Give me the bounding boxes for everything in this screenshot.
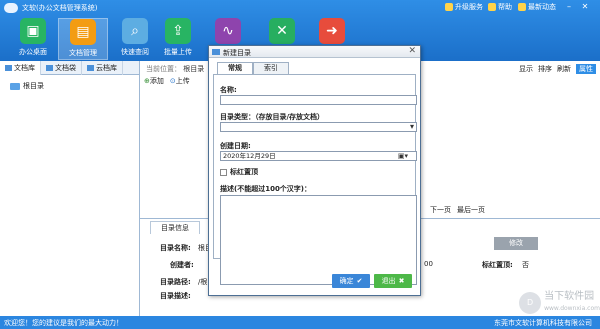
dialog-title-icon	[212, 49, 220, 55]
tab-general[interactable]: 常规	[217, 62, 253, 74]
tools-icon: ✕	[269, 18, 295, 44]
date-picker[interactable]: 2020年12月29日 ▣▾	[220, 151, 417, 161]
date-value: 2020年12月29日	[223, 152, 276, 160]
status-company: 东莞市文软计算机科技有限公司	[494, 319, 592, 327]
tree-item-root[interactable]: 根目录	[10, 81, 44, 91]
status-bar: 欢迎您！您的建议是我们的最大动力！ 东莞市文软计算机科技有限公司	[0, 316, 600, 329]
left-panel: 文档库 文档袋 云档库 根目录	[0, 61, 140, 316]
library-icon	[5, 65, 12, 71]
partial-value: 00	[424, 260, 433, 268]
edit-button[interactable]: 修改	[494, 237, 538, 250]
new-directory-dialog: 新建目录 ✕ 常规 索引 名称: 目录类型：（存放目录/存放文档） 创建日期: …	[208, 45, 421, 296]
refresh-button[interactable]: 刷新	[557, 64, 571, 74]
chart-icon: ∿	[215, 18, 241, 44]
info-label-description: 目录描述:	[160, 292, 191, 300]
tab-index[interactable]: 索引	[253, 62, 289, 74]
upload-button[interactable]: ⊙上传	[170, 76, 190, 86]
flag-label: 标红置顶:	[482, 261, 513, 269]
name-input[interactable]	[220, 95, 417, 105]
upgrade-service-link[interactable]: 升级服务	[445, 2, 483, 12]
bag-icon	[46, 65, 53, 71]
type-label: 目录类型：（存放目录/存放文档）	[220, 113, 325, 121]
dialog-title: 新建目录	[223, 49, 251, 57]
flag-checkbox[interactable]	[220, 168, 227, 176]
date-label: 创建日期:	[220, 142, 251, 150]
check-icon: ✔	[356, 277, 363, 285]
type-select[interactable]	[220, 122, 417, 132]
upgrade-icon	[445, 3, 453, 11]
breadcrumb: 当前位置： 根目录	[146, 65, 205, 73]
upload-icon: ⇪	[165, 18, 191, 44]
dialog-tabs: 常规 索引	[217, 62, 289, 74]
add-button[interactable]: ⊕添加	[144, 76, 164, 86]
tab-document-library[interactable]: 文档库	[0, 61, 41, 75]
ok-button[interactable]: 确定 ✔	[332, 274, 370, 288]
close-window-button[interactable]: ✕	[580, 2, 590, 12]
toolbar-batch-upload[interactable]: ⇪ 批量上传	[153, 18, 203, 60]
dialog-titlebar: 新建目录 ✕	[209, 46, 420, 58]
sort-menu[interactable]: 排序	[538, 64, 552, 74]
help-link[interactable]: 帮助	[488, 2, 512, 12]
properties-button[interactable]: 属性	[576, 64, 596, 74]
name-label: 名称:	[220, 86, 237, 94]
news-icon	[518, 3, 526, 11]
desk-icon: ▣	[20, 18, 46, 44]
cloud-icon	[87, 65, 94, 71]
status-welcome: 欢迎您！您的建议是我们的最大动力！	[4, 319, 123, 327]
action-bar: ⊕添加 ⊙上传	[144, 76, 190, 86]
app-title: 文软(办公文档管理系统)	[22, 4, 98, 12]
pager: 下一页 最后一页	[430, 205, 485, 215]
dialog-body: 名称: 目录类型：（存放目录/存放文档） 创建日期: 2020年12月29日 ▣…	[213, 74, 417, 285]
info-label-creator: 创建者:	[170, 261, 194, 269]
help-icon	[488, 3, 496, 11]
watermark-logo-icon: D	[519, 291, 542, 314]
exit-icon: ➜	[319, 18, 345, 44]
view-toolbar: 显示 排序 刷新 属性	[519, 64, 596, 74]
document-icon: ▤	[70, 19, 96, 45]
flag-checkbox-row[interactable]: 标红置顶	[220, 167, 258, 177]
folder-icon	[10, 82, 20, 90]
app-logo-icon	[4, 3, 18, 13]
watermark-title: 当下软件园	[544, 291, 595, 302]
last-page-link[interactable]: 最后一页	[457, 205, 485, 215]
info-label-name: 目录名称:	[160, 244, 191, 252]
description-label: 描述(不能超过100个汉字)：	[220, 185, 312, 193]
minimize-button[interactable]: –	[564, 2, 574, 12]
description-textarea[interactable]	[220, 195, 417, 285]
dialog-close-icon[interactable]: ✕	[408, 46, 416, 56]
tab-directory-info[interactable]: 目录信息	[150, 221, 200, 234]
watermark-url: www.downxia.com	[544, 305, 600, 312]
toolbar-office-desktop[interactable]: ▣ 办公桌面	[8, 18, 58, 60]
news-link[interactable]: 最新动态	[518, 2, 556, 12]
tab-document-bag[interactable]: 文档袋	[41, 61, 82, 75]
info-label-path: 目录路径:	[160, 278, 191, 286]
flag-checkbox-label: 标红置顶	[230, 168, 258, 176]
calendar-icon[interactable]: ▣▾	[398, 152, 408, 161]
next-page-link[interactable]: 下一页	[430, 205, 451, 215]
cross-icon: ✖	[398, 277, 405, 285]
toolbar-document-management[interactable]: ▤ 文档管理	[58, 18, 108, 60]
display-menu[interactable]: 显示	[519, 64, 533, 74]
left-tabs: 文档库 文档袋 云档库	[0, 61, 139, 75]
exit-button[interactable]: 退出 ✖	[374, 274, 412, 288]
search-icon: ⌕	[122, 18, 148, 44]
flag-value: 否	[522, 261, 529, 269]
tab-cloud-library[interactable]: 云档库	[82, 61, 123, 75]
watermark: D 当下软件园 www.downxia.com	[519, 291, 600, 314]
